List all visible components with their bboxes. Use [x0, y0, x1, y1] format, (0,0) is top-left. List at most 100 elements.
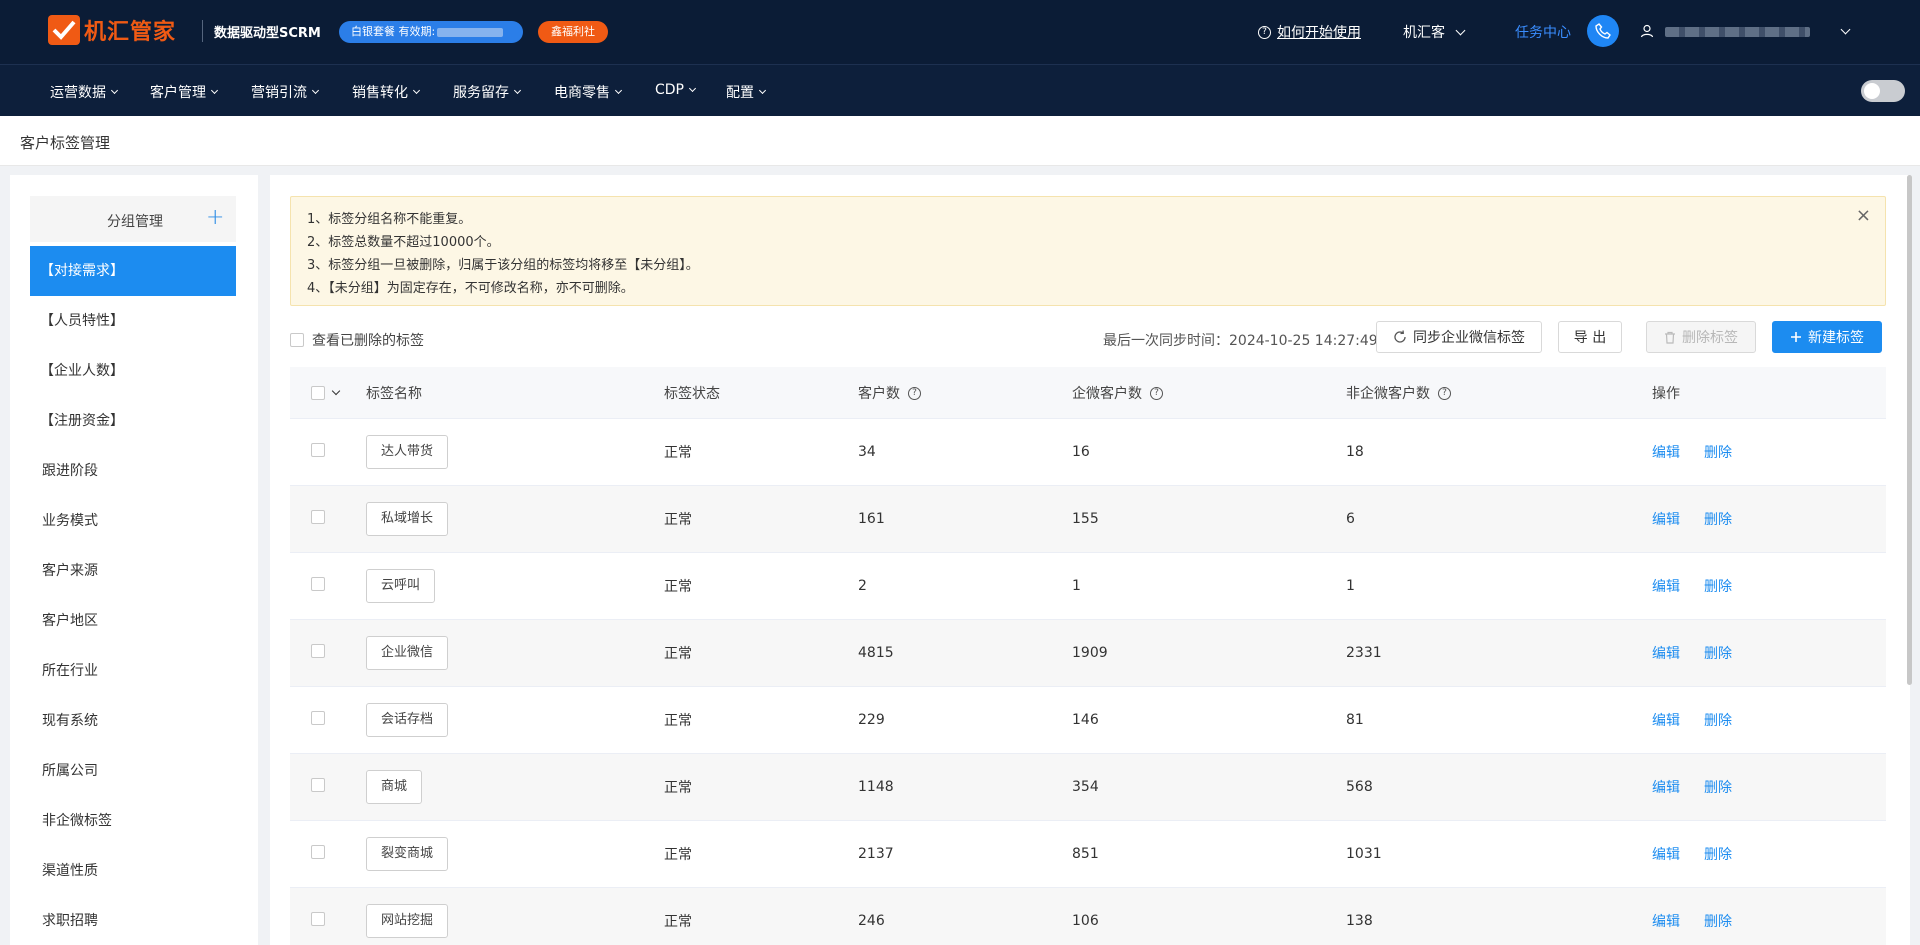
group-item[interactable]: 客户地区 — [30, 596, 236, 646]
delete-tag-button[interactable]: 删除标签 — [1646, 321, 1756, 353]
add-group-button[interactable]: + — [206, 205, 224, 230]
tag-name-cell: 企业微信 — [366, 636, 449, 670]
checkbox[interactable] — [311, 644, 325, 658]
help-icon[interactable]: ? — [908, 387, 921, 400]
edit-link[interactable]: 编辑 — [1652, 576, 1680, 596]
chevron-down-icon[interactable] — [331, 386, 341, 395]
delete-link[interactable]: 删除 — [1704, 911, 1732, 931]
checkbox[interactable] — [311, 385, 325, 400]
tag-status: 正常 — [664, 847, 692, 863]
delete-link[interactable]: 删除 — [1704, 710, 1732, 730]
delete-link[interactable]: 删除 — [1704, 643, 1732, 663]
group-item[interactable]: 求职招聘 — [30, 896, 236, 945]
checkbox[interactable] — [311, 778, 325, 792]
edit-link[interactable]: 编辑 — [1652, 844, 1680, 864]
new-tag-button[interactable]: 新建标签 — [1772, 321, 1882, 353]
checkbox[interactable] — [311, 912, 325, 926]
group-item[interactable]: 业务模式 — [30, 496, 236, 546]
chevron-down-icon — [210, 86, 219, 94]
help-icon[interactable]: ? — [1150, 387, 1163, 400]
chevron-down-icon — [1840, 24, 1851, 35]
group-item[interactable]: 【人员特性】 — [30, 296, 236, 346]
user-icon — [1640, 24, 1654, 38]
edit-link[interactable]: 编辑 — [1652, 442, 1680, 462]
row-checkbox[interactable] — [311, 845, 325, 863]
group-item[interactable]: 【企业人数】 — [30, 346, 236, 396]
checkbox[interactable] — [311, 510, 325, 524]
sync-wecom-tags-button[interactable]: 同步企业微信标签 — [1376, 321, 1542, 353]
col-header-status: 标签状态 — [664, 385, 720, 402]
row-checkbox[interactable] — [311, 443, 325, 461]
delete-link[interactable]: 删除 — [1704, 509, 1732, 529]
help-icon[interactable]: ? — [1438, 387, 1451, 400]
non-wecom-customer-count: 18 — [1346, 444, 1364, 460]
checkbox[interactable] — [311, 443, 325, 457]
edit-link[interactable]: 编辑 — [1652, 509, 1680, 529]
row-checkbox[interactable] — [311, 912, 325, 930]
group-item[interactable]: 【注册资金】 — [30, 396, 236, 446]
close-icon[interactable]: × — [1856, 205, 1871, 226]
checkbox[interactable] — [311, 845, 325, 859]
edit-link[interactable]: 编辑 — [1652, 777, 1680, 797]
menu-ecommerce[interactable]: 电商零售 — [554, 82, 623, 102]
row-checkbox[interactable] — [311, 510, 325, 528]
menu-config[interactable]: 配置 — [726, 82, 767, 102]
row-checkbox[interactable] — [311, 577, 325, 595]
delete-link[interactable]: 删除 — [1704, 576, 1732, 596]
group-item[interactable]: 渠道性质 — [30, 846, 236, 896]
tag-chip: 网站挖掘 — [366, 904, 449, 938]
menu-cdp[interactable]: CDP — [655, 82, 697, 98]
menu-customer-mgmt[interactable]: 客户管理 — [150, 82, 219, 102]
checkbox[interactable] — [290, 333, 304, 347]
welfare-badge[interactable]: 鑫福利社 — [538, 21, 608, 43]
task-center-link[interactable]: 任务中心 — [1515, 22, 1571, 42]
group-item[interactable]: 所在行业 — [30, 646, 236, 696]
theme-toggle[interactable] — [1861, 80, 1905, 102]
show-deleted-checkbox[interactable]: 查看已删除的标签 — [290, 330, 424, 350]
checkbox[interactable] — [311, 577, 325, 591]
user-menu-chevron[interactable] — [1830, 22, 1851, 37]
edit-link[interactable]: 编辑 — [1652, 911, 1680, 931]
group-item[interactable]: 现有系统 — [30, 696, 236, 746]
menu-service[interactable]: 服务留存 — [453, 82, 522, 102]
group-item[interactable]: 【对接需求】 — [30, 246, 236, 296]
table-row: 云呼叫 正常 2 1 1 编辑 删除 — [290, 553, 1886, 620]
export-button[interactable]: 导 出 — [1558, 321, 1622, 353]
page-scrollbar[interactable] — [1907, 175, 1912, 685]
customer-count: 1148 — [858, 779, 894, 795]
brand-logo[interactable]: 机汇管家 — [48, 13, 176, 47]
row-checkbox[interactable] — [311, 711, 325, 729]
wecom-customer-count: 16 — [1072, 444, 1090, 460]
help-link[interactable]: ? 如何开始使用 — [1258, 22, 1361, 42]
plan-badge: 白银套餐 有效期: — [339, 21, 523, 43]
group-item[interactable]: 所属公司 — [30, 746, 236, 796]
chevron-down-icon — [311, 86, 320, 94]
row-checkbox[interactable] — [311, 778, 325, 796]
table-header: 标签名称 标签状态 客户数? 企微客户数? 非企微客户数? 操作 — [290, 367, 1886, 419]
delete-link[interactable]: 删除 — [1704, 442, 1732, 462]
delete-link[interactable]: 删除 — [1704, 844, 1732, 864]
menu-ops-data[interactable]: 运营数据 — [50, 82, 119, 102]
group-item[interactable]: 跟进阶段 — [30, 446, 236, 496]
tag-status: 正常 — [664, 579, 692, 595]
delete-link[interactable]: 删除 — [1704, 777, 1732, 797]
group-item[interactable]: 客户来源 — [30, 546, 236, 596]
chevron-down-icon — [1455, 25, 1466, 35]
group-item[interactable]: 非企微标签 — [30, 796, 236, 846]
non-wecom-customer-count: 1 — [1346, 578, 1355, 594]
phone-button[interactable] — [1587, 15, 1619, 47]
menu-marketing[interactable]: 营销引流 — [251, 82, 320, 102]
customer-count: 2 — [858, 578, 867, 594]
org-switcher[interactable]: 机汇客 — [1403, 22, 1466, 42]
user-name-redacted[interactable] — [1665, 27, 1810, 37]
edit-link[interactable]: 编辑 — [1652, 643, 1680, 663]
menu-sales[interactable]: 销售转化 — [352, 82, 421, 102]
edit-link[interactable]: 编辑 — [1652, 710, 1680, 730]
row-checkbox[interactable] — [311, 644, 325, 662]
tag-chip: 企业微信 — [366, 636, 449, 670]
table-row: 商城 正常 1148 354 568 编辑 删除 — [290, 754, 1886, 821]
page-title-bar: 客户标签管理 — [0, 116, 1920, 166]
customer-count: 34 — [858, 444, 876, 460]
select-all-checkbox[interactable] — [311, 385, 341, 400]
checkbox[interactable] — [311, 711, 325, 725]
